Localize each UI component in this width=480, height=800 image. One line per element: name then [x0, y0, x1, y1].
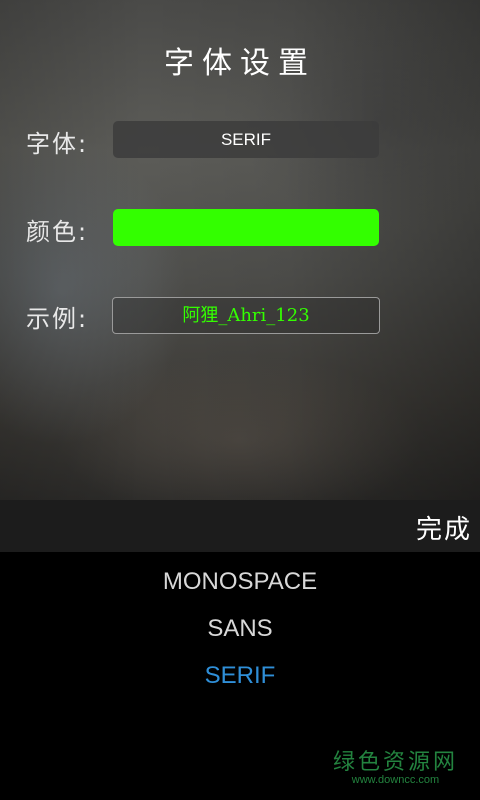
picker-option-serif[interactable]: SERIF — [0, 662, 480, 690]
done-button[interactable]: 完成 — [416, 509, 472, 546]
font-sample-preview: 阿狸_Ahri_123 — [112, 297, 380, 334]
color-swatch[interactable] — [113, 209, 379, 246]
font-selector[interactable]: SERIF — [113, 121, 379, 158]
picker-toolbar: 完成 — [0, 500, 480, 552]
picker-option-sans[interactable]: SANS — [0, 615, 480, 643]
watermark-url: www.downcc.com — [351, 774, 440, 786]
font-settings-screen: 字体设置 字体: SERIF 颜色: 示例: 阿狸_Ahri_123 完成 MO… — [0, 0, 480, 800]
font-label: 字体: — [26, 130, 89, 158]
color-label: 颜色: — [26, 218, 89, 246]
watermark-name: 绿色资源网 — [332, 750, 458, 775]
sample-label: 示例: — [26, 305, 89, 333]
watermark: 绿色资源网 www.downcc.com — [333, 744, 458, 786]
picker-option-monospace[interactable]: MONOSPACE — [0, 568, 480, 596]
page-title: 字体设置 — [164, 46, 316, 81]
